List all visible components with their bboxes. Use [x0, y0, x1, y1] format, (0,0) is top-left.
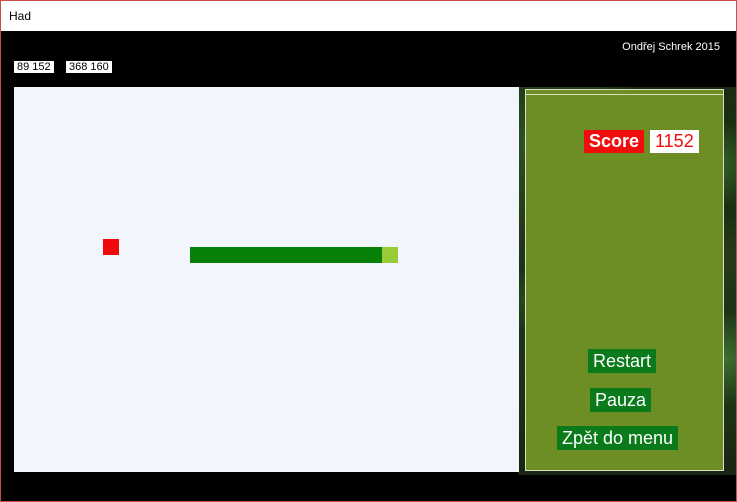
- title-bar: Had: [1, 1, 736, 31]
- snake-head: [382, 247, 398, 263]
- author-credit: Ondřej Schrek 2015: [622, 41, 720, 53]
- window-title: Had: [9, 9, 32, 23]
- back-to-menu-button[interactable]: Zpět do menu: [557, 426, 679, 450]
- snake-head-coordinates: 368 160: [66, 61, 112, 73]
- side-panel: Score 1152 Restart Pauza Zpět do menu: [525, 89, 724, 471]
- pause-button[interactable]: Pauza: [590, 388, 652, 412]
- food-coordinates: 89 152: [14, 61, 54, 73]
- snake-body: [190, 247, 382, 263]
- restart-button[interactable]: Restart: [588, 349, 657, 373]
- panel-divider: [526, 94, 723, 95]
- game-board[interactable]: [14, 87, 519, 472]
- food-item: [103, 239, 119, 255]
- app-window: Had Ondřej Schrek 2015 89 152 368 160 Sc…: [0, 0, 737, 502]
- score-label: Score: [584, 130, 645, 153]
- score-value: 1152: [650, 130, 699, 153]
